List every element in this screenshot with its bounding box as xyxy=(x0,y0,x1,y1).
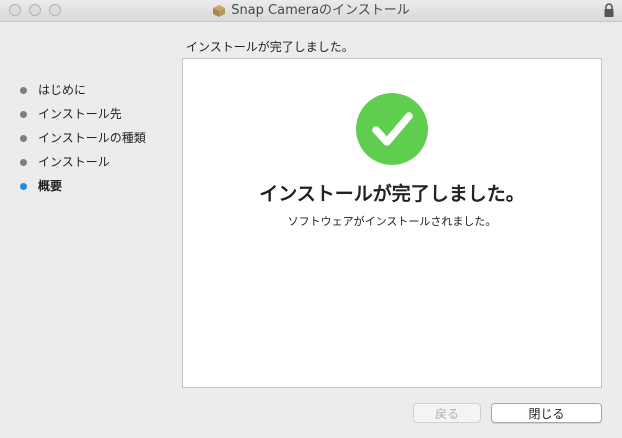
step-label: インストールの種類 xyxy=(38,131,146,145)
checkmark-icon xyxy=(356,93,428,165)
step-label: インストール xyxy=(38,155,110,169)
step-installation: インストール xyxy=(20,150,146,174)
content-panel: インストールが完了しました。 ソフトウェアがインストールされました。 xyxy=(182,58,602,388)
step-introduction: はじめに xyxy=(20,78,146,102)
step-summary: 概要 xyxy=(20,174,146,198)
completion-title: インストールが完了しました。 xyxy=(259,183,525,205)
package-icon xyxy=(213,5,226,17)
step-destination: インストール先 xyxy=(20,102,146,126)
window-title: Snap Cameraのインストール xyxy=(231,3,410,18)
installer-steps: はじめに インストール先 インストールの種類 インストール 概要 xyxy=(20,78,146,198)
step-install-type: インストールの種類 xyxy=(20,126,146,150)
window-title-group: Snap Cameraのインストール xyxy=(0,0,622,22)
installer-window: Snap Cameraのインストール インストールが完了しました。 はじめに イ… xyxy=(0,0,622,438)
step-bullet-active-icon xyxy=(20,183,27,190)
header-status-text: インストールが完了しました。 xyxy=(186,40,354,54)
step-bullet-icon xyxy=(20,159,27,166)
step-bullet-icon xyxy=(20,87,27,94)
step-label: 概要 xyxy=(38,179,63,193)
close-button[interactable]: 閉じる xyxy=(491,403,602,423)
step-bullet-icon xyxy=(20,111,27,118)
step-label: はじめに xyxy=(38,83,87,97)
step-label: インストール先 xyxy=(38,107,122,121)
back-button[interactable]: 戻る xyxy=(413,403,481,423)
step-bullet-icon xyxy=(20,135,27,142)
title-bar[interactable]: Snap Cameraのインストール xyxy=(0,0,622,22)
lock-icon xyxy=(604,3,614,17)
completion-subtitle: ソフトウェアがインストールされました。 xyxy=(287,215,497,228)
